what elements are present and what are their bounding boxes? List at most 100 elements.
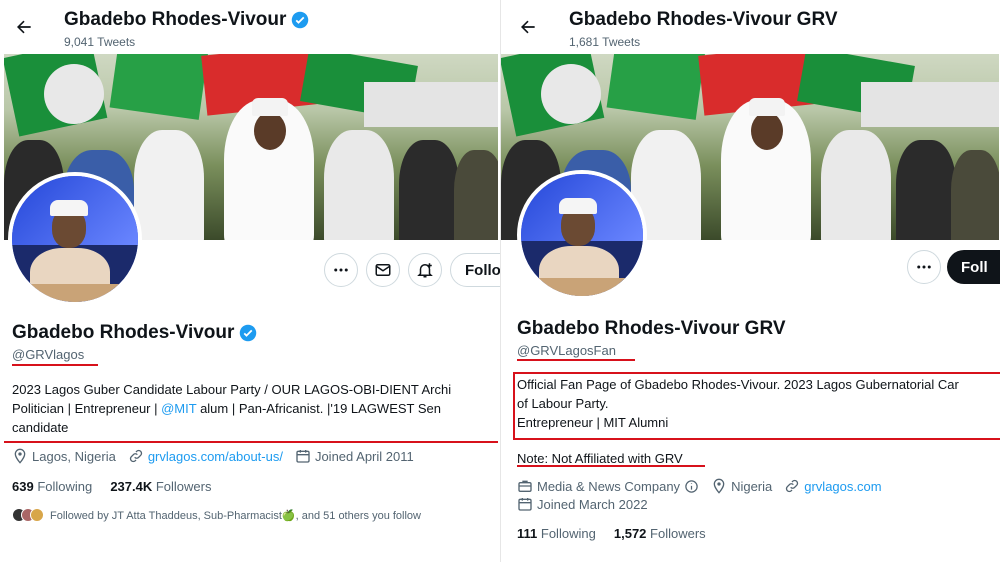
follow-stats: 111 Following 1,572 Followers	[517, 526, 706, 541]
following-link[interactable]: 639 Following	[12, 479, 92, 494]
briefcase-icon	[518, 480, 532, 492]
following-count: 639	[12, 479, 34, 494]
header-tweet-count: 9,041 Tweets	[64, 35, 136, 49]
profile-avatar[interactable]	[8, 172, 142, 306]
meta-category: Media & News Company	[517, 478, 699, 494]
bio-line-1: 2023 Lagos Guber Candidate Labour Party …	[12, 382, 452, 397]
profile-meta-joined: Joined March 2022	[517, 496, 660, 512]
followers-link[interactable]: 237.4K Followers	[110, 479, 211, 494]
bio-mention-link[interactable]: @MIT	[161, 401, 196, 416]
bio-line-2: of Labour Party.	[517, 396, 609, 411]
info-icon[interactable]	[684, 479, 699, 494]
verified-badge-icon	[240, 324, 257, 342]
follow-button[interactable]: Follo	[450, 253, 500, 287]
left-profile-panel: Gbadebo Rhodes-Vivour 9,041 Tweets Follo	[0, 0, 500, 562]
profile-avatar[interactable]	[517, 170, 647, 300]
link-icon	[129, 449, 142, 463]
notification-bell-icon	[417, 263, 433, 278]
profile-name-row: Gbadebo Rhodes-Vivour	[12, 322, 257, 344]
banner-person	[399, 140, 459, 240]
location-icon	[713, 478, 725, 494]
profile-header: Gbadebo Rhodes-Vivour GRV 1,681 Tweets	[501, 0, 1000, 54]
calendar-icon	[296, 450, 310, 463]
banner-cap	[252, 98, 288, 116]
highlight-underline	[517, 465, 705, 467]
bio-line-2: Politician | Entrepreneur | @MIT alum | …	[12, 399, 441, 418]
website-link[interactable]: grvlagos.com/about-us/	[148, 449, 283, 464]
profile-handle: @GRVLagosFan	[517, 343, 616, 358]
message-button[interactable]	[366, 253, 400, 287]
followers-link[interactable]: 1,572 Followers	[614, 526, 706, 541]
following-label: Following	[540, 526, 596, 541]
message-icon	[375, 264, 391, 276]
profile-meta: Media & News Company Nigeria grvlagos.co…	[517, 478, 894, 494]
notification-button[interactable]	[408, 253, 442, 287]
followers-count: 1,572	[613, 526, 647, 541]
bio-text: alum | Pan-Africanist. |'19 LAGWEST Sen	[196, 401, 441, 416]
meta-website: grvlagos.com	[784, 478, 882, 494]
banner-person	[454, 150, 498, 240]
followed-by-text: Followed by JT Atta Thaddeus, Sub-Pharma…	[50, 509, 421, 522]
meta-location: Nigeria	[711, 478, 772, 494]
location-icon	[14, 448, 26, 464]
profile-handle: @GRVlagos	[12, 347, 85, 362]
followed-by-avatars	[12, 508, 44, 522]
following-count: 111	[517, 526, 538, 541]
meta-website: grvlagos.com/about-us/	[128, 448, 283, 464]
follow-stats: 639 Following 237.4K Followers	[12, 479, 211, 494]
more-button[interactable]	[907, 250, 941, 284]
banner-head	[254, 112, 286, 150]
joined-text: Joined April 2011	[314, 448, 414, 464]
location-text: Lagos, Nigeria	[32, 448, 116, 464]
follow-button[interactable]: Foll	[947, 250, 1000, 284]
banner-flag-emblem	[44, 64, 104, 124]
banner-cap	[749, 98, 785, 116]
header-name: Gbadebo Rhodes-Vivour GRV	[569, 9, 838, 30]
banner-person	[821, 130, 891, 240]
header-name-row: Gbadebo Rhodes-Vivour GRV	[569, 9, 838, 31]
location-text: Nigeria	[731, 478, 773, 494]
follow-button-label: Follo	[465, 261, 500, 279]
meta-location: Lagos, Nigeria	[12, 448, 116, 464]
banner-person	[896, 140, 956, 240]
profile-name-row: Gbadebo Rhodes-Vivour GRV	[517, 318, 786, 340]
banner-head	[751, 112, 783, 150]
bio-line-3: Entrepreneur | MIT Alumni	[517, 415, 669, 430]
follow-button-label: Foll	[961, 258, 988, 276]
header-name: Gbadebo Rhodes-Vivour	[64, 9, 287, 30]
verified-badge-icon	[292, 11, 309, 29]
banner-sign	[364, 82, 498, 127]
profile-name: Gbadebo Rhodes-Vivour	[12, 322, 235, 343]
banner-sign	[861, 82, 999, 127]
back-arrow-icon[interactable]	[14, 17, 34, 37]
back-arrow-icon[interactable]	[518, 17, 538, 37]
website-link[interactable]: grvlagos.com	[804, 479, 881, 494]
profile-meta: Lagos, Nigeria grvlagos.com/about-us/ Jo…	[12, 448, 426, 464]
mini-avatar	[30, 508, 44, 522]
followers-label: Followers	[650, 526, 706, 541]
category-text: Media & News Company	[537, 478, 681, 494]
header-name-row: Gbadebo Rhodes-Vivour	[64, 9, 309, 31]
banner-flag-emblem	[541, 64, 601, 124]
followers-label: Followers	[155, 479, 212, 494]
highlight-underline	[12, 364, 98, 366]
bio-line-1: Official Fan Page of Gbadebo Rhodes-Vivo…	[517, 377, 959, 392]
right-profile-panel: Gbadebo Rhodes-Vivour GRV 1,681 Tweets F…	[500, 0, 1000, 562]
banner-person	[134, 130, 204, 240]
banner-person	[324, 130, 394, 240]
calendar-icon	[518, 498, 532, 511]
banner-flag	[606, 54, 706, 120]
highlight-underline	[4, 441, 498, 443]
header-tweet-count: 1,681 Tweets	[569, 35, 641, 49]
following-label: Following	[37, 479, 93, 494]
more-icon	[334, 268, 348, 272]
highlight-underline	[517, 359, 635, 361]
followers-count: 237.4K	[110, 479, 153, 494]
more-icon	[917, 265, 931, 269]
meta-joined: Joined March 2022	[517, 496, 648, 512]
followed-by-row[interactable]: Followed by JT Atta Thaddeus, Sub-Pharma…	[12, 508, 421, 522]
banner-flag	[109, 54, 209, 120]
bio-line-3: candidate	[12, 420, 69, 435]
following-link[interactable]: 111 Following	[517, 526, 596, 541]
more-button[interactable]	[324, 253, 358, 287]
